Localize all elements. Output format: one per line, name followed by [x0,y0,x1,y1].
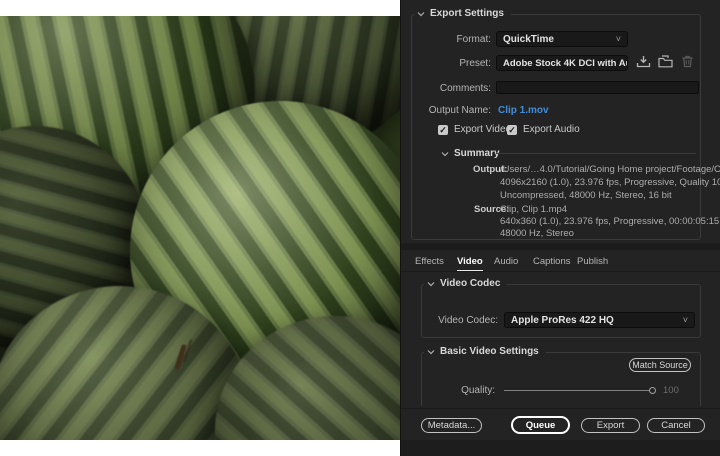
match-source-button[interactable]: Match Source [629,358,691,372]
output-name-label: Output Name: [428,105,491,116]
tab-captions[interactable]: Captions [533,256,571,270]
metadata-button[interactable]: Metadata... [421,418,482,433]
preset-label: Preset: [459,58,491,69]
tab-video[interactable]: Video [457,256,483,272]
tab-audio[interactable]: Audio [494,256,518,270]
cancel-button[interactable]: Cancel [647,418,705,433]
quality-slider-track[interactable] [504,390,649,391]
export-button[interactable]: Export [581,418,640,433]
bottom-strip [401,440,720,456]
chevron-down-icon [441,151,449,156]
summary-source-line: 48000 Hz, Stereo [500,228,574,239]
video-codec-value: Apple ProRes 422 HQ [511,314,614,326]
export-settings-title: Export Settings [430,8,504,19]
quality-slider-handle[interactable] [649,387,656,394]
summary-source-line: 640x360 (1.0), 23.976 fps, Progressive, … [500,216,720,227]
import-preset-icon[interactable] [658,55,673,68]
summary-output-line: /Users/…4.0/Tutorial/Going Home project/… [500,164,720,175]
summary-title: Summary [454,148,500,159]
summary-header[interactable]: Summary [441,148,500,159]
quality-value: 100 [663,385,679,396]
panel-separator [401,243,720,250]
tabs-divider [401,271,720,272]
chevron-down-icon [427,281,435,286]
summary-source-line: Clip, Clip 1.mp4 [500,204,568,215]
video-codec-dropdown[interactable]: Apple ProRes 422 HQ ˅ [504,312,695,328]
basic-video-settings-header[interactable]: Basic Video Settings [424,346,546,357]
chevron-down-icon: ˅ [615,34,621,44]
video-codec-group: Video Codec [421,278,701,338]
video-codec-header[interactable]: Video Codec [424,278,508,289]
comments-input[interactable] [496,81,699,94]
video-codec-label: Video Codec: [438,315,498,326]
footer-divider [401,408,720,409]
output-name-link[interactable]: Clip 1.mov [498,105,549,116]
export-video-label: Export Video [454,124,512,135]
tab-publish[interactable]: Publish [577,256,608,270]
preset-dropdown[interactable]: Adobe Stock 4K DCI with Audio … ˅ [496,55,628,71]
export-video-option[interactable]: ✓ Export Video [438,124,511,135]
quality-label: Quality: [461,385,495,396]
export-audio-label: Export Audio [523,124,580,135]
tab-effects[interactable]: Effects [415,256,444,270]
export-settings-panel: Export Settings Format: QuickTime ˅ Pres… [400,0,720,456]
export-audio-option[interactable]: ✓ Export Audio [507,124,580,135]
export-video-checkbox[interactable]: ✓ [438,124,448,135]
summary-output-line: 4096x2160 (1.0), 23.976 fps, Progressive… [500,177,720,188]
comments-label: Comments: [439,83,491,94]
video-codec-section-title: Video Codec [440,278,501,289]
preset-actions [636,55,695,68]
summary-output-line: Uncompressed, 48000 Hz, Stereo, 16 bit [500,190,672,201]
delete-preset-icon[interactable] [680,55,695,68]
export-settings-header[interactable]: Export Settings [414,8,511,19]
queue-button[interactable]: Queue [511,416,570,434]
summary-divider [496,153,696,154]
format-dropdown[interactable]: QuickTime ˅ [496,31,628,47]
chevron-down-icon [417,11,425,16]
format-value: QuickTime [503,33,554,45]
preset-value: Adobe Stock 4K DCI with Audio … [503,57,627,69]
basic-video-settings-title: Basic Video Settings [440,346,539,357]
export-audio-checkbox[interactable]: ✓ [507,124,517,135]
chevron-down-icon [427,349,435,354]
watermelon-photo [0,16,400,440]
format-label: Format: [456,34,491,45]
save-preset-icon[interactable] [636,55,651,68]
chevron-down-icon: ˅ [682,315,688,325]
